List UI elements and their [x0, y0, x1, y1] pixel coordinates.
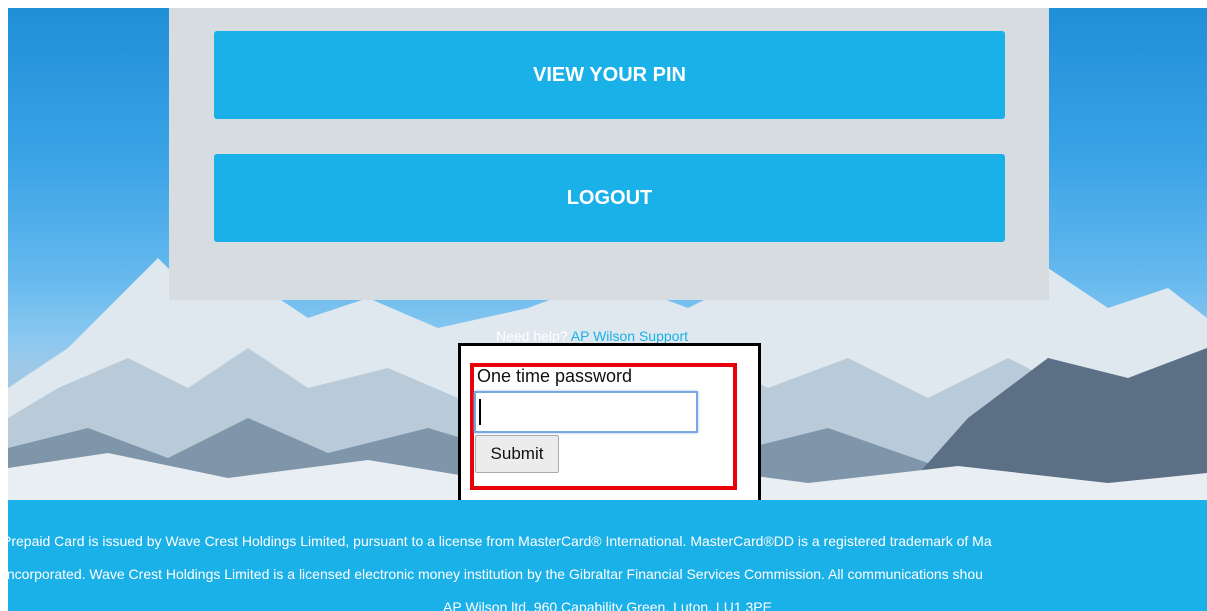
footer-line-2: l Incorporated. Wave Crest Holdings Limi…: [8, 566, 983, 582]
otp-popup: One time password Submit: [458, 343, 761, 506]
support-link[interactable]: AP Wilson Support: [571, 328, 688, 344]
otp-label: One time password: [477, 366, 633, 386]
help-line: Need help? AP Wilson Support: [496, 328, 688, 344]
view-your-pin-button[interactable]: VIEW YOUR PIN: [214, 31, 1005, 119]
submit-button[interactable]: Submit: [475, 435, 559, 473]
footer-address: AP Wilson ltd, 960 Capability Green, Lut…: [443, 599, 772, 611]
page: VIEW YOUR PIN LOGOUT Need help? AP Wilso…: [8, 8, 1207, 611]
logout-button[interactable]: LOGOUT: [214, 154, 1005, 242]
account-panel: VIEW YOUR PIN LOGOUT: [169, 8, 1049, 300]
footer-line-1: Prepaid Card is issued by Wave Crest Hol…: [8, 533, 992, 549]
text-caret: [479, 399, 481, 425]
otp-input[interactable]: [474, 391, 698, 433]
footer: Prepaid Card is issued by Wave Crest Hol…: [8, 500, 1207, 611]
help-text: Need help?: [496, 328, 568, 344]
